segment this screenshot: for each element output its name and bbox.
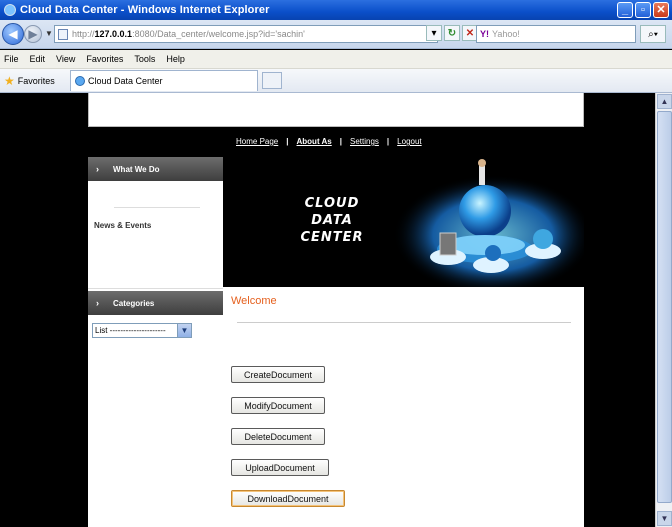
address-dropdown-button[interactable]: ▾: [426, 25, 442, 41]
category-select-value: List ---------------------: [95, 326, 166, 335]
page-favicon-icon: [75, 76, 85, 86]
favorites-label: Favorites: [17, 75, 55, 86]
download-document-button[interactable]: DownloadDocument: [231, 490, 345, 507]
cloud-data-center-banner: CLOUD DATA CENTER: [223, 157, 584, 287]
what-we-do-label: What We Do: [113, 164, 160, 174]
search-icon[interactable]: ⌕▾: [640, 25, 666, 43]
upload-document-button[interactable]: UploadDocument: [231, 459, 329, 476]
top-navigation: Home Page | About As | Settings | Logout: [88, 127, 584, 157]
scroll-up-button[interactable]: ▲: [657, 94, 672, 109]
banner-line-1: CLOUD DATA: [304, 196, 360, 228]
what-we-do-header[interactable]: › What We Do: [88, 157, 223, 181]
nav-links: Home Page | About As | Settings | Logout: [236, 137, 422, 146]
url-host: 127.0.0.1: [94, 29, 133, 39]
tab-cloud-data-center[interactable]: Cloud Data Center: [70, 70, 258, 91]
banner-line-2: CENTER: [300, 230, 364, 245]
categories-header[interactable]: › Categories: [88, 291, 223, 315]
news-events-label: News & Events: [94, 221, 152, 230]
main-content: Welcome CreateDocument ModifyDocument De…: [223, 287, 584, 527]
page-viewport: Home Page | About As | Settings | Logout…: [0, 93, 655, 527]
nav-settings-link[interactable]: Settings: [350, 137, 379, 146]
address-actions: ▾ ↻ ✕: [426, 25, 478, 41]
nav-separator: |: [286, 137, 289, 146]
scroll-thumb[interactable]: [657, 111, 672, 503]
site-header-white: [88, 93, 584, 127]
page-icon: [58, 28, 68, 40]
categories-label: Categories: [113, 298, 155, 308]
back-button[interactable]: ◀: [2, 23, 24, 45]
menu-favorites[interactable]: Favorites: [86, 54, 123, 64]
chevron-right-icon: ›: [96, 164, 99, 174]
star-icon: ★: [4, 73, 15, 88]
menu-file[interactable]: File: [4, 54, 19, 64]
delete-document-button[interactable]: DeleteDocument: [231, 428, 325, 445]
divider: [237, 322, 571, 323]
address-input[interactable]: http:// 127.0.0.1 :8080/Data_center/welc…: [54, 25, 438, 43]
chevron-right-icon: ›: [96, 298, 99, 308]
maximize-button[interactable]: ▫: [635, 2, 651, 18]
welcome-heading: Welcome: [231, 295, 277, 307]
search-placeholder: Yahoo!: [492, 29, 520, 39]
category-select[interactable]: List --------------------- ▼: [92, 323, 192, 338]
window-controls: _ ▫ ✕: [617, 2, 669, 18]
left-sidebar: › What We Do News & Events › Categories …: [88, 157, 223, 527]
create-document-button[interactable]: CreateDocument: [231, 366, 325, 383]
menu-bar: File Edit View Favorites Tools Help: [0, 50, 672, 69]
search-input[interactable]: Y! Yahoo!: [476, 25, 636, 43]
minimize-button[interactable]: _: [617, 2, 633, 18]
yahoo-logo-icon: Y!: [480, 29, 489, 39]
menu-tools[interactable]: Tools: [134, 54, 155, 64]
favorites-bar: ★ Favorites Cloud Data Center: [0, 69, 672, 93]
nav-home-link[interactable]: Home Page: [236, 137, 278, 146]
modify-document-button[interactable]: ModifyDocument: [231, 397, 325, 414]
address-toolbar: ◀ ▶ ▼ http:// 127.0.0.1 :8080/Data_cente…: [0, 20, 672, 49]
window-title: Cloud Data Center - Windows Internet Exp…: [20, 4, 270, 16]
divider: [114, 207, 200, 208]
nav-separator: |: [339, 137, 343, 146]
nav-separator: |: [386, 137, 390, 146]
menu-edit[interactable]: Edit: [30, 54, 46, 64]
new-tab-button[interactable]: [262, 72, 282, 89]
tab-title: Cloud Data Center: [88, 76, 163, 86]
nav-logout-link[interactable]: Logout: [397, 137, 421, 146]
forward-button[interactable]: ▶: [24, 25, 42, 43]
banner-graphic: [393, 159, 584, 287]
banner-title: CLOUD DATA CENTER: [287, 195, 377, 246]
url-prefix: http://: [72, 29, 95, 39]
nav-about-link[interactable]: About As: [297, 137, 332, 146]
url-rest: :8080/Data_center/welcome.jsp?id='sachin…: [132, 29, 305, 39]
recent-pages-dropdown[interactable]: ▼: [45, 29, 53, 38]
window-titlebar: Cloud Data Center - Windows Internet Exp…: [0, 0, 672, 20]
menu-view[interactable]: View: [56, 54, 75, 64]
scroll-down-button[interactable]: ▼: [657, 511, 672, 526]
close-button[interactable]: ✕: [653, 2, 669, 18]
favorites-button[interactable]: ★ Favorites: [0, 74, 64, 88]
vertical-scrollbar[interactable]: ▲ ▼: [655, 93, 672, 527]
what-we-do-panel: News & Events: [88, 181, 223, 289]
internet-explorer-icon: [4, 4, 16, 16]
site-container: Home Page | About As | Settings | Logout…: [88, 93, 584, 527]
refresh-icon[interactable]: ↻: [444, 25, 460, 41]
menu-help[interactable]: Help: [166, 54, 185, 64]
chevron-down-icon[interactable]: ▼: [177, 324, 191, 337]
